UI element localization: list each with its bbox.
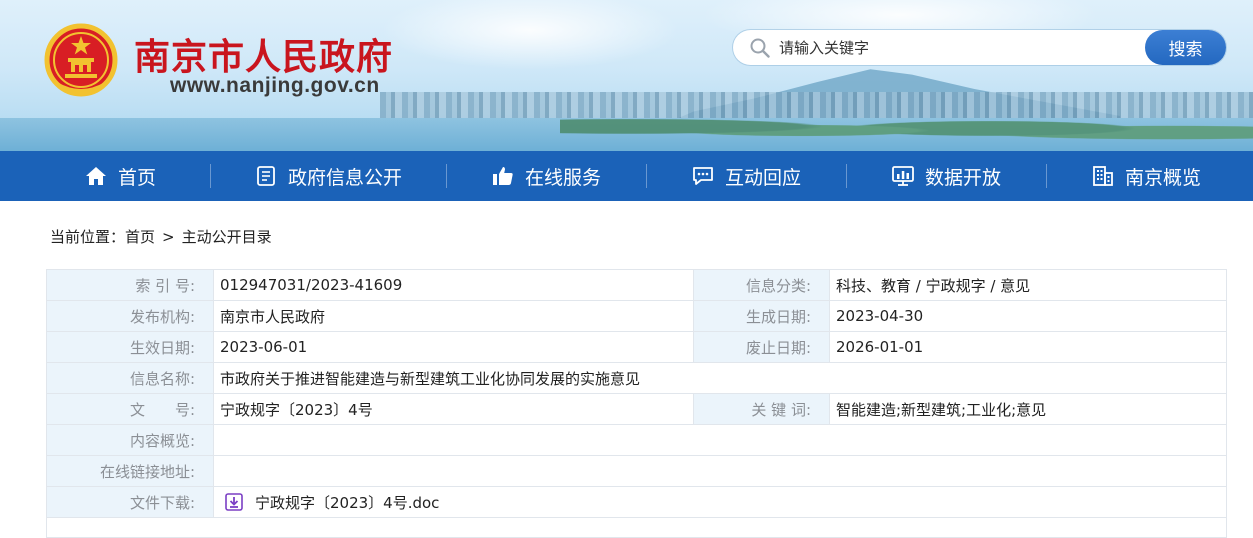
breadcrumb-home-link[interactable]: 首页	[125, 226, 155, 247]
nav-item-home[interactable]: 首页	[30, 151, 210, 201]
table-row: 索 引 号: 012947031/2023-41609 信息分类: 科技、教育 …	[46, 269, 1227, 301]
banner-trees	[560, 110, 1253, 151]
download-label: 文件下载:	[46, 486, 214, 518]
effective-value: 2023-06-01	[213, 331, 694, 363]
table-row: 文 号: 宁政规字〔2023〕4号 关 键 词: 智能建造;新型建筑;工业化;意…	[46, 393, 1227, 425]
download-icon[interactable]	[225, 492, 243, 511]
breadcrumb-current[interactable]: 主动公开目录	[182, 226, 272, 247]
nav-label: 首页	[117, 166, 156, 189]
info-table: 索 引 号: 012947031/2023-41609 信息分类: 科技、教育 …	[46, 269, 1227, 538]
header-banner: 南京市人民政府 www.nanjing.gov.cn 搜索	[0, 0, 1253, 151]
nav-item-open-data[interactable]: 数据开放	[846, 151, 1046, 201]
table-row: 生效日期: 2023-06-01 废止日期: 2026-01-01	[46, 331, 1227, 363]
nav-item-online-service[interactable]: 在线服务	[446, 151, 646, 201]
nav-item-interaction[interactable]: 互动回应	[646, 151, 846, 201]
site-name: 南京市人民政府	[134, 36, 394, 78]
category-label: 信息分类:	[693, 269, 830, 301]
title-value: 市政府关于推进智能建造与新型建筑工业化协同发展的实施意见	[213, 362, 1227, 394]
breadcrumb-prefix: 当前位置：	[50, 228, 126, 246]
breadcrumb: 当前位置： 首页 > 主动公开目录	[50, 226, 272, 247]
keywords-value: 智能建造;新型建筑;工业化;意见	[829, 393, 1227, 425]
main-nav: 首页 政府信息公开 在线服务 互动回应 数据开放 南京概览	[0, 151, 1253, 201]
nav-item-gov-info[interactable]: 政府信息公开	[210, 151, 446, 201]
table-row: 在线链接地址:	[46, 455, 1227, 487]
created-value: 2023-04-30	[829, 300, 1227, 332]
index-value: 012947031/2023-41609	[213, 269, 694, 301]
category-value: 科技、教育 / 宁政规字 / 意见	[829, 269, 1227, 301]
link-label: 在线链接地址:	[46, 455, 214, 487]
title-label: 信息名称:	[46, 362, 214, 394]
document-icon	[257, 166, 275, 186]
docno-label: 文 号:	[46, 393, 214, 425]
publisher-label: 发布机构:	[46, 300, 214, 332]
expiry-value: 2026-01-01	[829, 331, 1227, 363]
table-footer-row	[46, 517, 1227, 538]
search-input[interactable]	[779, 34, 1139, 61]
nav-label: 政府信息公开	[287, 166, 402, 189]
site-url: www.nanjing.gov.cn	[170, 74, 380, 97]
docno-value: 宁政规字〔2023〕4号	[213, 393, 694, 425]
search-icon	[750, 38, 770, 58]
effective-label: 生效日期:	[46, 331, 214, 363]
banner-cloud	[380, 0, 680, 70]
link-value	[213, 455, 1227, 487]
nav-item-nanjing-overview[interactable]: 南京概览	[1046, 151, 1246, 201]
building-icon	[1093, 166, 1113, 186]
nav-label: 南京概览	[1124, 166, 1201, 189]
breadcrumb-separator: >	[162, 227, 175, 246]
nav-label: 互动回应	[724, 166, 801, 189]
chart-icon	[892, 166, 914, 186]
thumbs-up-icon	[492, 167, 513, 185]
nav-label: 数据开放	[924, 166, 1001, 189]
summary-label: 内容概览:	[46, 424, 214, 456]
table-row: 发布机构: 南京市人民政府 生成日期: 2023-04-30	[46, 300, 1227, 332]
table-row: 文件下载: 宁政规字〔2023〕4号.doc	[46, 486, 1227, 518]
table-row: 信息名称: 市政府关于推进智能建造与新型建筑工业化协同发展的实施意见	[46, 362, 1227, 394]
download-file-link[interactable]: 宁政规字〔2023〕4号.doc	[255, 494, 439, 512]
search-box: 搜索	[733, 30, 1226, 65]
summary-value	[213, 424, 1227, 456]
search-button[interactable]: 搜索	[1145, 30, 1226, 65]
home-icon	[85, 167, 106, 185]
national-emblem-icon	[44, 23, 118, 97]
nav-label: 在线服务	[524, 166, 601, 189]
publisher-value: 南京市人民政府	[213, 300, 694, 332]
created-label: 生成日期:	[693, 300, 830, 332]
table-row	[46, 517, 1227, 538]
download-cell: 宁政规字〔2023〕4号.doc	[213, 486, 1227, 518]
expiry-label: 废止日期:	[693, 331, 830, 363]
keywords-label: 关 键 词:	[693, 393, 830, 425]
index-label: 索 引 号:	[46, 269, 214, 301]
chat-icon	[693, 167, 713, 185]
table-row: 内容概览:	[46, 424, 1227, 456]
